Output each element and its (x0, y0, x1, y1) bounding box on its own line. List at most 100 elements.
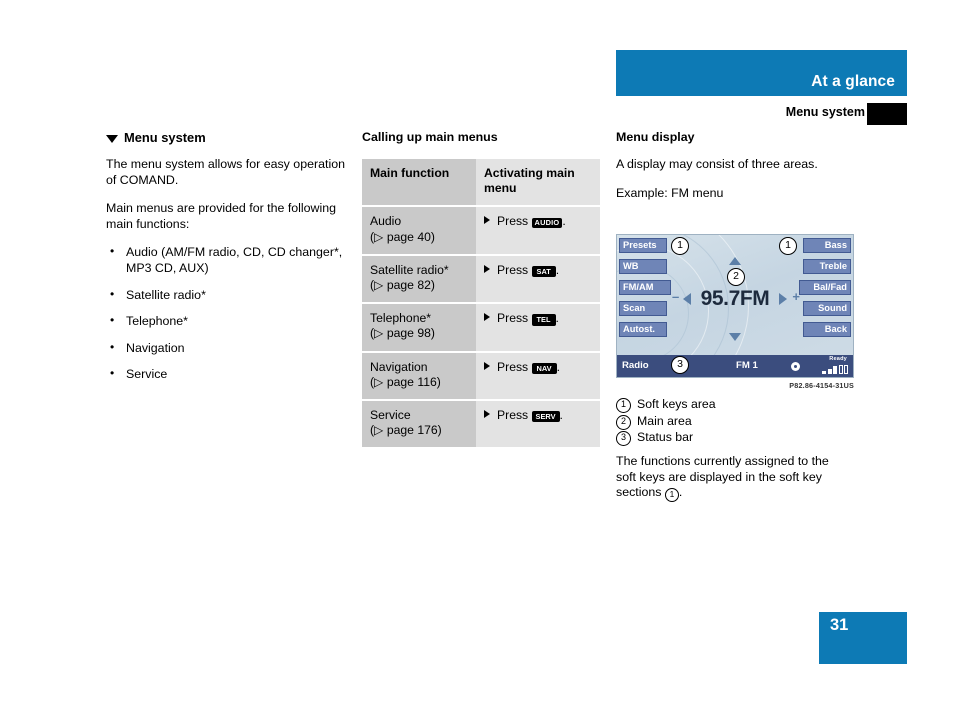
list-item: Satellite radio* (106, 287, 346, 304)
legend-item: 1 Soft keys area (616, 396, 907, 413)
signal-strength-icon (822, 365, 848, 374)
page-number: 31 (830, 616, 849, 634)
status-ready-label: Ready (829, 356, 847, 362)
softkey-autostore[interactable]: Autost. (619, 322, 667, 337)
closing-reference-number: 1 (664, 488, 679, 503)
softkey-presets[interactable]: Presets (619, 238, 667, 253)
cell-main-function: Satellite radio* (▷ page 82) (362, 255, 476, 303)
header-black-tab (867, 103, 907, 125)
signal-bar (833, 366, 837, 374)
triangle-down-icon (106, 134, 118, 143)
cell-activating-action: Press NAV. (476, 352, 600, 400)
subsection-heading-calling-up-main-menus: Calling up main menus (362, 130, 498, 144)
column-header-activating-main-menu: Activating main menu (476, 159, 600, 206)
signal-bar-empty (838, 365, 843, 374)
manual-page: At a glance Menu system Menu system The … (0, 0, 954, 716)
frequency-readout: 95.7FM (700, 287, 770, 310)
callout-2-main: 2 (727, 268, 745, 286)
signal-bar-empty (844, 365, 848, 374)
action-suffix: . (562, 214, 566, 229)
section-heading-menu-system: Menu system (106, 130, 346, 145)
page-reference: (▷ page 40) (370, 229, 435, 244)
callout-1-left: 1 (671, 237, 689, 255)
figure-caption-code: P82.86-4154-31US (789, 381, 854, 390)
header-title: At a glance (811, 73, 895, 90)
arrow-down-icon (729, 333, 741, 341)
header-subtitle: Menu system (785, 105, 865, 119)
closing-paragraph: The functions currently assigned to the … (616, 454, 848, 503)
function-name: Audio (370, 214, 402, 229)
cell-main-function: Service (▷ page 176) (362, 401, 476, 448)
page-reference: (▷ page 176) (370, 423, 442, 438)
arrow-up-icon (729, 257, 741, 265)
legend-label: Soft keys area (637, 397, 716, 411)
page-reference: (▷ page 98) (370, 326, 435, 341)
status-band-label: FM 1 (736, 360, 758, 371)
list-item: Telephone* (106, 313, 346, 330)
right-paragraph-2: Example: FM menu (616, 185, 724, 200)
closing-text-before: The functions currently assigned to the … (616, 454, 829, 500)
nav-key-badge: NAV (531, 362, 557, 375)
function-name: Satellite radio* (370, 262, 449, 277)
status-source-label: Radio (622, 360, 649, 371)
left-paragraph-2: Main menus are provided for the followin… (106, 201, 337, 231)
header-bar: At a glance (616, 50, 907, 96)
main-functions-list: Audio (AM/FM radio, CD, CD changer*, MP3… (106, 244, 346, 383)
page-reference: (▷ page 116) (370, 374, 441, 389)
section-heading-label: Menu system (124, 130, 206, 145)
table-row: Audio (▷ page 40) Press AUDIO. (362, 207, 600, 254)
table-row: Navigation (▷ page 116) Press NAV. (362, 352, 600, 400)
sat-key-badge: SAT (531, 265, 556, 278)
triangle-right-icon (484, 264, 490, 273)
action-prefix: Press (497, 311, 529, 326)
callout-3-status: 3 (671, 356, 689, 374)
middle-column: Calling up main menus Main function Acti… (362, 130, 602, 449)
legend-item: 2 Main area (616, 413, 907, 430)
triangle-right-icon (484, 410, 490, 419)
status-bar: Radio FM 1 Ready (617, 355, 853, 377)
legend-number: 1 (616, 398, 631, 413)
table-row: Service (▷ page 176) Press SERV. (362, 401, 600, 448)
cell-activating-action: Press TEL. (476, 304, 600, 351)
left-paragraph-1: The menu system allows for easy operatio… (106, 157, 345, 187)
softkey-back[interactable]: Back (803, 322, 851, 337)
page-number-box: 31 (819, 612, 907, 664)
callout-1-right: 1 (779, 237, 797, 255)
legend-number: 2 (616, 414, 631, 430)
action-prefix: Press (497, 408, 529, 423)
header-subtitle-row: Menu system (616, 103, 907, 125)
right-paragraph-1: A display may consist of three areas. (616, 157, 818, 171)
signal-bar (822, 371, 826, 374)
action-suffix: . (555, 311, 559, 326)
serv-key-badge: SERV (531, 411, 560, 423)
softkey-wb[interactable]: WB (619, 259, 667, 274)
figure-legend: 1 Soft keys area 2 Main area 3 Status ba… (616, 396, 907, 447)
softkey-treble[interactable]: Treble (803, 259, 851, 274)
legend-label: Main area (637, 413, 692, 428)
left-column: Menu system The menu system allows for e… (106, 130, 346, 394)
triangle-right-icon (484, 313, 490, 322)
audio-key-badge: AUDIO (531, 218, 563, 228)
cell-activating-action: Press SAT. (476, 255, 600, 303)
action-suffix: . (555, 262, 560, 277)
disc-icon (791, 362, 800, 371)
function-name: Navigation (370, 359, 428, 374)
cell-activating-action: Press AUDIO. (476, 207, 600, 254)
table-row: Telephone* (▷ page 98) Press TEL. (362, 304, 600, 351)
triangle-right-icon (484, 216, 490, 225)
legend-item: 3 Status bar (616, 429, 907, 447)
column-header-main-function: Main function (362, 159, 476, 206)
cell-activating-action: Press SERV. (476, 401, 600, 448)
page-reference: (▷ page 82) (370, 278, 435, 293)
signal-bar (827, 369, 832, 374)
action-suffix: . (559, 408, 563, 423)
list-item: Navigation (106, 340, 346, 357)
right-column: Menu display A display may consist of th… (616, 130, 907, 214)
action-prefix: Press (497, 214, 529, 229)
action-suffix: . (556, 359, 560, 374)
function-name: Telephone* (370, 311, 431, 326)
softkey-bass[interactable]: Bass (803, 238, 851, 253)
main-menus-table: Main function Activating main menu Audio… (362, 157, 600, 449)
cell-main-function: Telephone* (▷ page 98) (362, 304, 476, 351)
function-name: Service (370, 408, 411, 423)
